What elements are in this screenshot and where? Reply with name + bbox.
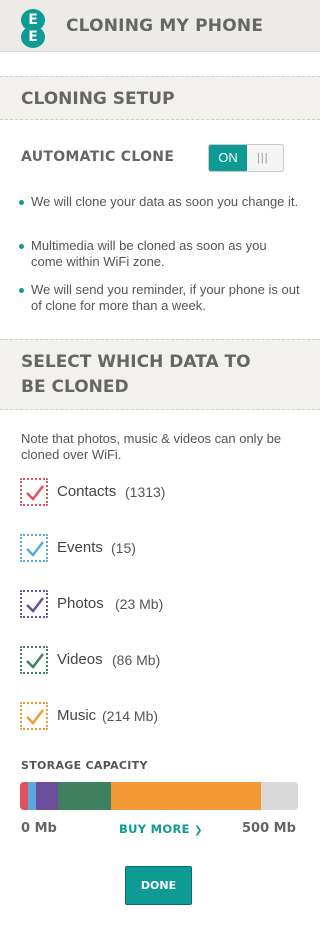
checkmark-icon bbox=[26, 541, 44, 557]
done-button[interactable]: DONE bbox=[125, 866, 192, 905]
chevron-right-icon: ❯ bbox=[194, 825, 203, 836]
item-count: (214 Mb) bbox=[102, 708, 159, 724]
logo-letter: E bbox=[21, 26, 45, 48]
section-title-line2: BE CLONED bbox=[21, 377, 129, 397]
automatic-clone-label: AUTOMATIC CLONE bbox=[21, 149, 175, 165]
item-count: (15) bbox=[111, 540, 136, 556]
checkbox-videos[interactable]: Videos (86 Mb) bbox=[20, 646, 180, 676]
item-count: (86 Mb) bbox=[112, 652, 161, 668]
storage-capacity-label: STORAGE CAPACITY bbox=[21, 759, 148, 772]
buy-more-label: BUY MORE bbox=[119, 822, 190, 836]
info-bullet: We will clone your data as soon you chan… bbox=[19, 194, 301, 210]
checkbox[interactable] bbox=[20, 478, 48, 506]
item-label: Music bbox=[57, 707, 97, 724]
wifi-note: Note that photos, music & videos can onl… bbox=[21, 431, 282, 462]
checkmark-icon bbox=[26, 709, 44, 725]
app-header: E E CLONING MY PHONE bbox=[0, 0, 320, 52]
buy-more-link[interactable]: BUY MORE ❯ bbox=[119, 822, 203, 836]
item-label: Videos bbox=[57, 651, 103, 668]
select-data-header: SELECT WHICH DATA TO BE CLONED bbox=[0, 339, 320, 410]
checkbox[interactable] bbox=[20, 702, 48, 730]
item-label: Photos bbox=[57, 595, 104, 612]
item-count: (1313) bbox=[125, 484, 166, 500]
checkbox[interactable] bbox=[20, 646, 48, 674]
item-count: (23 Mb) bbox=[115, 596, 164, 612]
checkbox[interactable] bbox=[20, 590, 48, 618]
storage-segment-free bbox=[261, 782, 297, 810]
toggle-grip-icon: ||| bbox=[257, 152, 269, 164]
item-label: Contacts bbox=[57, 483, 117, 500]
page-title: CLONING MY PHONE bbox=[66, 16, 264, 36]
section-title-line1: SELECT WHICH DATA TO bbox=[21, 352, 251, 372]
storage-segment-photos bbox=[36, 782, 58, 810]
storage-segment-videos bbox=[58, 782, 111, 810]
cloning-setup-header: CLONING SETUP bbox=[0, 76, 320, 120]
checkbox-photos[interactable]: Photos (23 Mb) bbox=[20, 590, 180, 620]
ee-logo: E E bbox=[21, 9, 45, 48]
storage-max-label: 500 Mb bbox=[242, 821, 296, 836]
info-bullet: Multimedia will be cloned as soon as you… bbox=[19, 238, 301, 270]
storage-segment-music bbox=[111, 782, 261, 810]
checkmark-icon bbox=[26, 485, 44, 501]
checkbox-music[interactable]: Music (214 Mb) bbox=[20, 702, 180, 732]
checkmark-icon bbox=[26, 597, 44, 613]
checkbox[interactable] bbox=[20, 534, 48, 562]
info-bullet: We will send you reminder, if your phone… bbox=[19, 282, 300, 313]
section-title: CLONING SETUP bbox=[21, 89, 175, 109]
storage-bar bbox=[20, 782, 298, 810]
checkbox-events[interactable]: Events (15) bbox=[20, 534, 180, 564]
checkbox-contacts[interactable]: Contacts (1313) bbox=[20, 478, 180, 508]
storage-min-label: 0 Mb bbox=[21, 821, 57, 836]
storage-segment-contacts bbox=[20, 782, 28, 810]
item-label: Events bbox=[57, 539, 103, 556]
toggle-on-state: ON bbox=[209, 145, 247, 171]
checkmark-icon bbox=[26, 653, 44, 669]
automatic-clone-toggle[interactable]: ON ||| bbox=[208, 144, 284, 172]
storage-segment-events bbox=[28, 782, 36, 810]
